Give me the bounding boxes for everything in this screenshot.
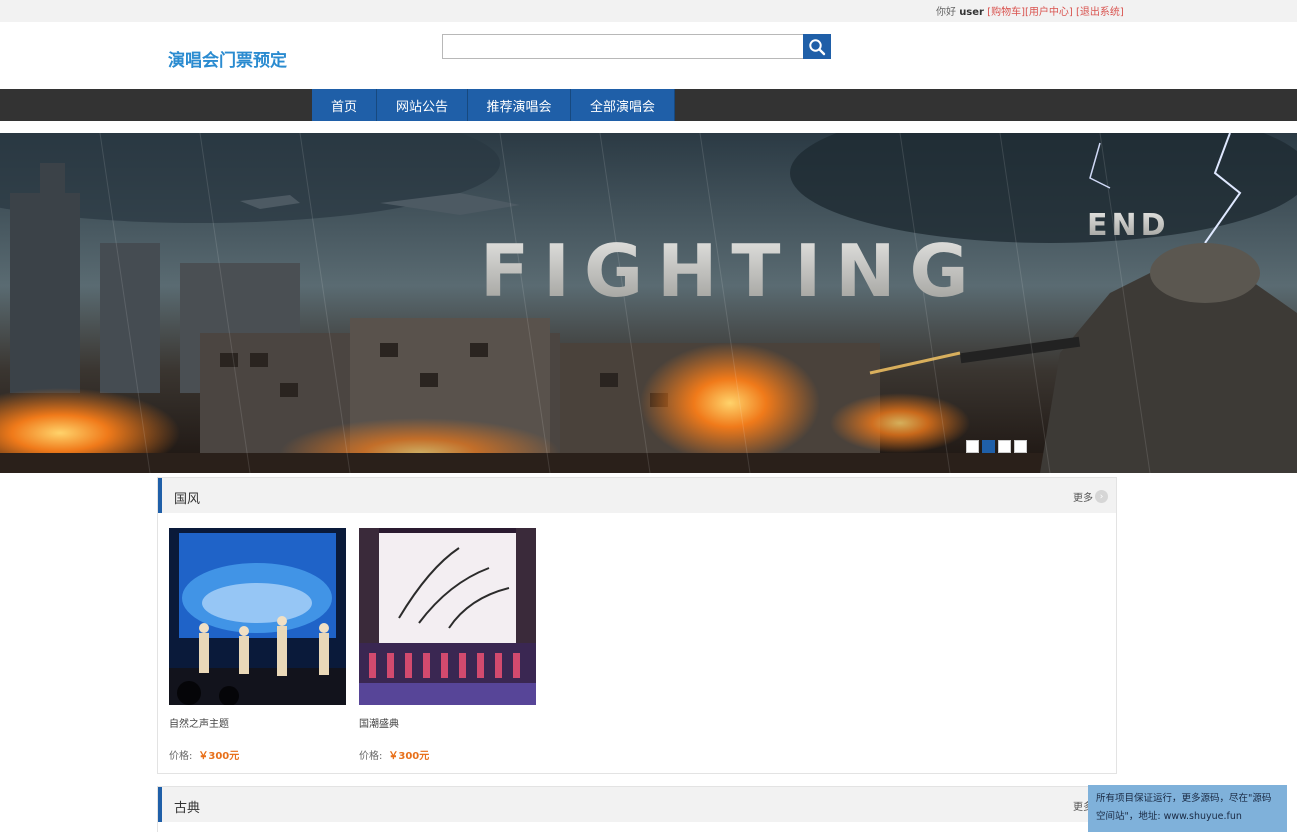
nav-item-all-concerts[interactable]: 全部演唱会 <box>571 89 675 121</box>
section-title: 国风 <box>174 492 201 507</box>
banner-tagline: END <box>1087 208 1170 243</box>
search-input[interactable] <box>442 34 804 59</box>
header: 演唱会门票预定 <box>0 22 1297 89</box>
username-text: user <box>959 7 984 18</box>
concert-name[interactable]: 自然之声主题 <box>169 715 229 730</box>
more-link[interactable]: 更多 › <box>1073 489 1108 504</box>
slider-dots <box>966 440 1027 453</box>
banner-headline: FIGHTING <box>480 229 983 313</box>
cart-link[interactable]: [购物车] <box>987 7 1025 18</box>
floating-notice: 所有项目保证运行，更多源码，尽在"源码空间站"，地址: www.shuyue.f… <box>1088 785 1287 832</box>
price-value: ￥300元 <box>388 751 430 762</box>
price-row: 价格: ￥300元 <box>169 747 239 762</box>
concert-card[interactable]: 国潮盛典 价格: ￥300元 <box>359 528 536 762</box>
concert-thumbnail[interactable] <box>359 528 536 705</box>
site-logo[interactable]: 演唱会门票预定 <box>168 46 287 71</box>
logout-link[interactable]: [退出系统] <box>1076 7 1124 18</box>
greeting-text: 你好 <box>936 7 956 18</box>
search-button[interactable] <box>803 34 831 59</box>
price-label: 价格: <box>359 751 383 762</box>
user-links: 你好 user [购物车][用户中心] [退出系统] <box>936 3 1124 18</box>
concert-thumbnail[interactable] <box>169 528 346 705</box>
chevron-right-icon: › <box>1095 490 1108 503</box>
price-value: ￥300元 <box>198 751 240 762</box>
section-title: 古典 <box>174 801 201 816</box>
price-label: 价格: <box>169 751 193 762</box>
nav-item-recommended[interactable]: 推荐演唱会 <box>468 89 571 121</box>
top-bar: 你好 user [购物车][用户中心] [退出系统] <box>0 0 1297 22</box>
section-header: 古典 更多 › <box>158 787 1116 822</box>
slider-dot-2[interactable] <box>982 440 995 453</box>
nav-item-home[interactable]: 首页 <box>312 89 377 121</box>
slider-dot-4[interactable] <box>1014 440 1027 453</box>
concert-name[interactable]: 国潮盛典 <box>359 715 399 730</box>
search-icon <box>809 38 826 55</box>
nav-item-announcements[interactable]: 网站公告 <box>377 89 468 121</box>
hero-banner[interactable]: END FIGHTING <box>0 133 1297 473</box>
slider-dot-1[interactable] <box>966 440 979 453</box>
banner-image: END FIGHTING <box>0 133 1297 473</box>
main-nav: 首页 网站公告 推荐演唱会 全部演唱会 <box>0 89 1297 121</box>
more-label: 更多 <box>1073 493 1093 504</box>
concert-card[interactable]: 自然之声主题 价格: ￥300元 <box>169 528 346 762</box>
user-center-link[interactable]: [用户中心] <box>1025 7 1073 18</box>
price-row: 价格: ￥300元 <box>359 747 429 762</box>
section-header: 国风 更多 › <box>158 478 1116 513</box>
category-section-guofeng: 国风 更多 › 自然之声主题 价格: ￥300元 国潮盛典 价格: ￥300元 <box>157 477 1117 774</box>
slider-dot-3[interactable] <box>998 440 1011 453</box>
category-section-classical: 古典 更多 › <box>157 786 1117 832</box>
